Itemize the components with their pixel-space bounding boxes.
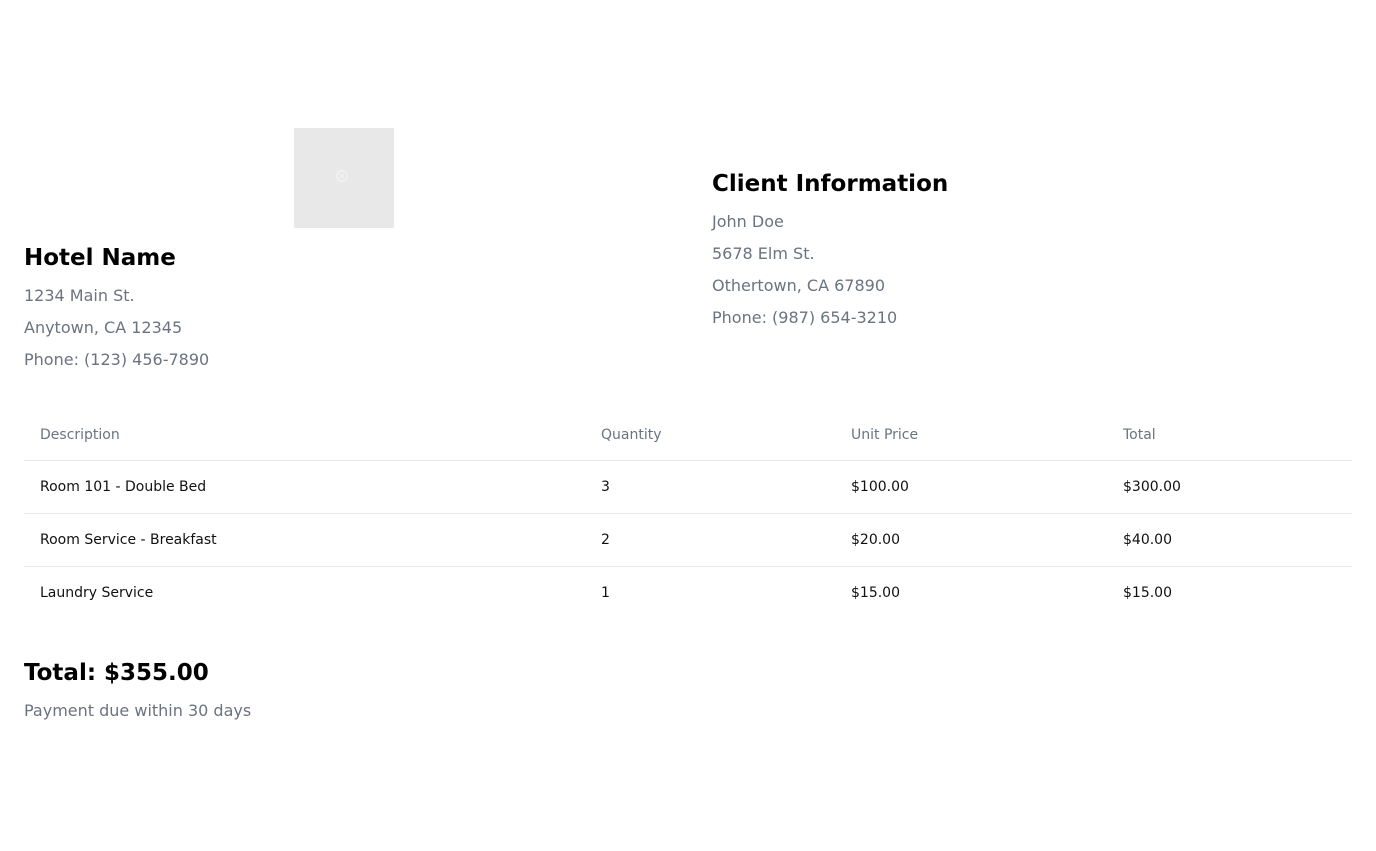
image-placeholder-icon: [336, 170, 348, 182]
cell-total: $15.00: [1123, 585, 1172, 601]
table-row: Laundry Service 1 $15.00 $15.00: [24, 567, 1352, 620]
hotel-address-line1: 1234 Main St.: [24, 286, 135, 305]
cell-unit-price: $20.00: [835, 513, 1107, 567]
table-header-row: Description Quantity Unit Price Total: [24, 410, 1352, 461]
client-address-line2: Othertown, CA 67890: [712, 276, 885, 295]
cell-description: Laundry Service: [40, 585, 154, 601]
cell-unit-price: $100.00: [835, 460, 1107, 514]
cell-quantity: 2: [585, 513, 835, 567]
column-header-unit-price: Unit Price: [835, 410, 1107, 461]
invoice-total: Total: $355.00: [24, 660, 209, 686]
cell-total: $300.00: [1107, 460, 1352, 514]
column-header-description: Description: [24, 410, 585, 461]
cell-description: Room 101 - Double Bed: [24, 460, 585, 514]
hotel-name: Hotel Name: [24, 245, 176, 271]
cell-description: Room Service - Breakfast: [24, 513, 585, 567]
hotel-phone: Phone: (123) 456-7890: [24, 350, 210, 369]
column-header-total: Total: [1107, 410, 1352, 461]
client-address-line1: 5678 Elm St.: [712, 244, 815, 263]
cell-unit-price: $15.00: [851, 585, 900, 601]
table-row: Room 101 - Double Bed 3 $100.00 $300.00: [24, 460, 1352, 514]
hotel-logo-placeholder: [294, 128, 394, 228]
client-phone: Phone: (987) 654-3210: [712, 308, 898, 327]
payment-terms: Payment due within 30 days: [24, 701, 252, 720]
cell-quantity: 3: [585, 460, 835, 514]
column-header-quantity: Quantity: [585, 410, 835, 461]
hotel-address-line2: Anytown, CA 12345: [24, 318, 183, 337]
table-row: Room Service - Breakfast 2 $20.00 $40.00: [24, 513, 1352, 567]
client-info-heading: Client Information: [712, 171, 949, 197]
invoice-items-table: Description Quantity Unit Price Total Ro…: [24, 410, 1352, 619]
client-name: John Doe: [712, 212, 784, 231]
cell-quantity: 1: [601, 585, 610, 601]
cell-total: $40.00: [1107, 513, 1352, 567]
